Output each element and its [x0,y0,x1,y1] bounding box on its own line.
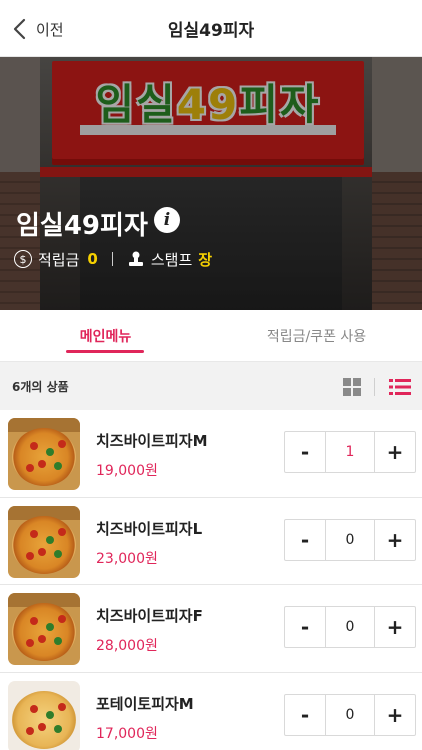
quantity-value: 0 [325,694,375,735]
stamp-icon [128,251,143,266]
quantity-stepper: - 0 + [284,518,416,561]
list-view-icon[interactable] [389,379,411,395]
product-price: 28,000원 [96,638,158,654]
info-icon[interactable]: i [154,207,180,233]
product-name: 치즈바이트피자F [96,607,203,625]
quantity-value: 1 [325,432,375,472]
decrease-button[interactable]: - [285,432,325,472]
product-list: 치즈바이트피자M 19,000원 - 1 + 치즈바이트피자L 23,000원 … [0,410,422,750]
product-price: 23,000원 [96,550,158,567]
points-stamp-row: $ 적립금 0 스탬프 장 [14,247,212,271]
menu-tabs: 메인메뉴 적립금/쿠폰 사용 [0,310,422,362]
product-count-bar: 6개의 상품 [0,362,422,410]
quantity-value: 0 [325,519,375,560]
tab-main-menu[interactable]: 메인메뉴 [0,310,211,362]
divider [111,252,113,266]
product-price: 17,000원 [96,725,158,742]
top-navigation-bar: 이전 임실49피자 [0,0,422,57]
list-item: 치즈바이트피자M 19,000원 - 1 + [0,410,422,498]
product-thumbnail[interactable] [8,505,80,578]
list-item: 포테이토피자M 17,000원 - 0 + [0,672,422,750]
quantity-stepper: - 0 + [284,606,416,648]
quantity-stepper: - 0 + [284,693,416,736]
product-name: 치즈바이트피자M [96,432,208,450]
tab-points-coupon[interactable]: 적립금/쿠폰 사용 [211,310,422,362]
store-name: 임실49피자 [16,211,148,241]
store-hero-image: 임실49피자 임실49피자 i $ 적립금 0 스탬프 장 [0,57,422,310]
increase-button[interactable]: + [375,695,415,735]
quantity-value: 0 [325,607,375,647]
page-title: 임실49피자 [167,21,255,41]
decrease-button[interactable]: - [285,695,325,735]
product-name: 치즈바이트피자L [96,519,203,538]
increase-button[interactable]: + [375,432,415,472]
increase-button[interactable]: + [375,607,415,647]
decrease-button[interactable]: - [285,607,325,647]
list-item: 치즈바이트피자L 23,000원 - 0 + [0,497,422,585]
product-thumbnail[interactable] [8,593,80,665]
product-price: 19,000원 [96,463,158,479]
list-item: 치즈바이트피자F 28,000원 - 0 + [0,585,422,673]
quantity-stepper: - 1 + [284,431,416,473]
increase-button[interactable]: + [375,520,415,560]
stamp-value: 장 [198,250,213,269]
stamp-label: 스탬프 [150,250,193,269]
product-thumbnail[interactable] [8,418,80,490]
grid-view-icon[interactable] [343,378,361,396]
decrease-button[interactable]: - [285,520,325,560]
product-thumbnail[interactable] [8,680,80,750]
view-toggle-divider [374,378,375,396]
points-value: 0 [87,250,98,268]
points-label: 적립금 [38,250,80,269]
product-name: 포테이토피자M [96,694,194,713]
hero-overlay [0,57,422,310]
product-count: 6개의 상품 [12,380,69,394]
coin-icon: $ [14,250,32,268]
